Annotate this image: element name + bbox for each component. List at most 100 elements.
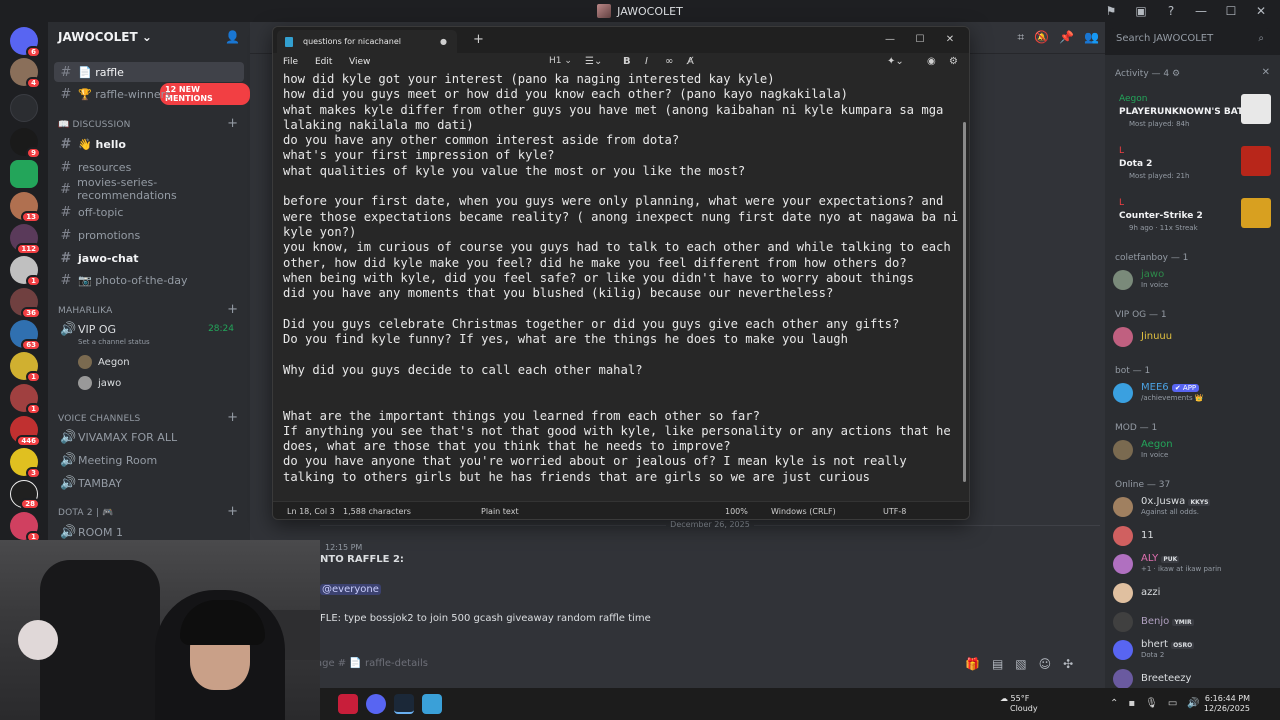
text-line[interactable]: If anything you see that's not that good… <box>283 424 963 439</box>
server-icon[interactable]: 36 <box>10 288 41 319</box>
activity-card[interactable]: Aegon PLAYERUNKNOWN'S BAT... Most played… <box>1109 89 1275 129</box>
menu-view[interactable]: View <box>349 57 370 67</box>
channel-vip-og[interactable]: 🔊 VIP OG 28:24 <box>54 319 244 339</box>
encoding[interactable]: UTF-8 <box>883 507 906 516</box>
maximize-button[interactable]: ☐ <box>905 29 935 49</box>
channel-status[interactable]: Set a channel status <box>78 338 150 346</box>
bold-icon[interactable]: B <box>623 56 631 67</box>
member-item[interactable]: 11 <box>1113 524 1273 548</box>
text-line[interactable]: do you have any other common interest as… <box>283 133 963 148</box>
channel-jawo-chat[interactable]: # jawo-chat <box>54 248 244 268</box>
voice-channel[interactable]: 🔊 TAMBAY <box>54 473 244 493</box>
menu-edit[interactable]: Edit <box>315 57 332 67</box>
text-line[interactable]: What are the important things you learne… <box>283 409 963 424</box>
member-item[interactable]: MEE6 ✔ APP/achievements 👑 <box>1113 381 1273 405</box>
member-item[interactable]: bhert OSRO Dota 2 <box>1113 638 1273 662</box>
add-channel-icon[interactable]: + <box>227 410 238 425</box>
chevron-up-icon[interactable]: ⌃ <box>1110 698 1118 709</box>
notepad-icon[interactable] <box>422 694 442 714</box>
server-icon[interactable]: 446 <box>10 416 41 447</box>
add-channel-icon[interactable]: + <box>227 116 238 131</box>
list-icon[interactable]: ☰⌄ <box>585 56 602 67</box>
inbox-icon[interactable]: ⚑ <box>1098 2 1124 20</box>
app-tray-icon[interactable]: ▪ <box>1128 698 1135 709</box>
server-icon[interactable]: 3 <box>10 448 41 479</box>
discord-home-icon[interactable]: 6 <box>10 27 41 58</box>
member-item[interactable]: Aegon In voice <box>1113 438 1273 462</box>
server-icon[interactable]: 28 <box>10 480 40 510</box>
text-line[interactable]: what makes kyle differ from other guys y… <box>283 103 963 118</box>
scrollbar[interactable] <box>963 122 966 482</box>
app-icon[interactable] <box>338 694 358 714</box>
weather-widget[interactable]: ☁ 55°F Cloudy <box>1000 694 1038 714</box>
account-icon[interactable]: ◉ <box>927 56 936 67</box>
server-kick-icon[interactable] <box>10 160 38 188</box>
member-item[interactable]: Benjo YMIR <box>1113 610 1273 634</box>
channel-hello[interactable]: # 👋 hello <box>54 134 244 154</box>
channel-resources[interactable]: # resources <box>54 157 244 177</box>
category-discussion[interactable]: 📖 DISCUSSION <box>58 120 131 130</box>
text-line[interactable]: Do you find kyle funny? If yes, what are… <box>283 332 963 347</box>
heading-dropdown[interactable]: H1 ⌄ <box>549 56 572 66</box>
member-item[interactable]: azzi <box>1113 581 1273 605</box>
channel-off-topic[interactable]: # off-topic <box>54 202 244 222</box>
text-line[interactable]: Did you guys celebrate Christmas togethe… <box>283 317 963 332</box>
clear-format-icon[interactable]: A̸ <box>687 56 694 67</box>
channel-promotions[interactable]: # promotions <box>54 225 244 245</box>
add-member-icon[interactable]: 👤 <box>225 30 240 44</box>
text-line[interactable]: what qualities of kyle you value the mos… <box>283 164 963 179</box>
channel-raffle-winners[interactable]: # 🏆 raffle-winners <box>54 84 244 104</box>
discord-icon[interactable] <box>366 694 386 714</box>
server-icon[interactable]: 9 <box>10 128 41 159</box>
category-voice-channels[interactable]: Voice Channels <box>58 414 140 424</box>
channel-photo-of-the-day[interactable]: # 📷 photo-of-the-day <box>54 270 244 290</box>
activity-card[interactable]: L Dota 2 Most played: 21h <box>1109 141 1275 181</box>
category-dota[interactable]: DOTA 2 | 🎮 <box>58 508 114 518</box>
text-line[interactable] <box>283 378 963 393</box>
menu-file[interactable]: File <box>283 57 298 67</box>
close-button[interactable]: ✕ <box>1248 2 1274 20</box>
link-icon[interactable]: ∞ <box>665 56 673 67</box>
activity-card[interactable]: L Counter-Strike 2 9h ago · 11x Streak <box>1109 193 1275 233</box>
member-item[interactable]: jawo In voice <box>1113 268 1273 292</box>
pin-icon[interactable]: 📌 <box>1059 30 1074 45</box>
text-line[interactable]: talking to others girls but he has frien… <box>283 470 963 485</box>
sticker-icon[interactable]: ▧ <box>1015 657 1026 671</box>
mute-icon[interactable]: 🔕 <box>1034 30 1049 45</box>
network-icon[interactable]: ▭ <box>1168 698 1177 709</box>
text-line[interactable]: how did kyle got your interest (pano ka … <box>283 72 963 87</box>
server-info-icon[interactable] <box>10 94 38 122</box>
steam-icon[interactable] <box>394 694 414 714</box>
gif-icon[interactable]: ▤ <box>992 657 1003 671</box>
clock[interactable]: 6:16:44 PM 12/26/2025 <box>1200 694 1250 714</box>
emoji-icon[interactable]: ☺ <box>1039 657 1052 671</box>
text-line[interactable]: before your first date, when you guys we… <box>283 194 963 209</box>
apps-icon[interactable]: ✣ <box>1063 657 1073 671</box>
help-icon[interactable]: ? <box>1158 2 1184 20</box>
text-line[interactable]: were those expectations became reality? … <box>283 210 963 225</box>
text-line[interactable]: kyle yon?) <box>283 225 963 240</box>
members-icon[interactable]: 👥 <box>1084 30 1099 45</box>
minimize-button[interactable]: — <box>1188 2 1214 20</box>
member-item[interactable]: ALY PUK +1 · ikaw at ikaw parin <box>1113 552 1273 576</box>
italic-icon[interactable]: I <box>645 56 648 67</box>
minimize-button[interactable]: — <box>875 29 905 49</box>
close-panel-icon[interactable]: ✕ <box>1262 67 1270 78</box>
new-tab-button[interactable]: + <box>473 32 484 47</box>
message-mention[interactable]: @everyone <box>320 584 381 595</box>
server-icon[interactable]: 1 <box>10 352 41 383</box>
voice-channel[interactable]: 🔊 Meeting Room <box>54 450 244 470</box>
close-button[interactable]: ✕ <box>935 29 965 49</box>
text-line[interactable]: what's your first impression of kyle? <box>283 148 963 163</box>
server-icon[interactable]: 13 <box>10 192 41 223</box>
text-line[interactable]: lalaking nakilala mo dati) <box>283 118 963 133</box>
channel-movies-series[interactable]: # movies-series-recommendations <box>54 176 244 202</box>
voice-channel[interactable]: 🔊 ROOM 1 <box>54 522 244 542</box>
text-line[interactable]: does, what are those that you think that… <box>283 439 963 454</box>
zoom-level[interactable]: 100% <box>725 507 748 516</box>
guild-header[interactable]: JAWOCOLET ⌄ 👤 <box>48 22 250 52</box>
server-icon[interactable]: 1 <box>10 512 41 543</box>
notepad-tab[interactable]: questions for nicachanel ● <box>277 30 457 53</box>
gift-icon[interactable]: 🎁 <box>965 657 980 671</box>
member-item[interactable]: Jinuuu <box>1113 325 1273 349</box>
